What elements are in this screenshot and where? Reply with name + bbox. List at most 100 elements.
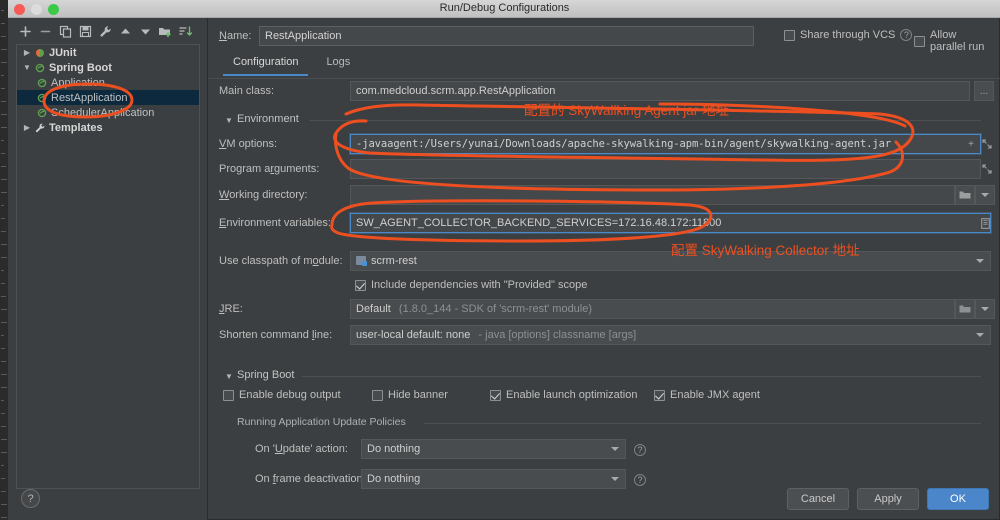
allow-parallel-label: Allow parallel run <box>930 29 991 53</box>
checkbox-label: Enable debug output <box>239 389 341 401</box>
tree-item-templates[interactable]: ▶ Templates <box>17 120 199 135</box>
jre-browse-icon[interactable] <box>955 299 975 319</box>
chevron-down-icon[interactable]: ▼ <box>225 116 233 125</box>
chevron-down-icon[interactable] <box>976 333 984 337</box>
chevron-down-icon[interactable] <box>611 447 619 451</box>
checkbox-label: Enable JMX agent <box>670 389 760 401</box>
configurations-tree[interactable]: ▶JUnit ▼ Spring BootApplicationRestApplica… <box>16 44 200 489</box>
checkbox-box[interactable] <box>654 390 665 401</box>
config-form: Main class: com.medcloud.scrm.app.RestAp… <box>209 80 1000 496</box>
share-through-vcs-checkbox[interactable]: Share through VCS ? <box>784 29 912 41</box>
background-text-line <box>1 10 4 11</box>
move-up-icon[interactable] <box>116 22 134 40</box>
use-classpath-value: scrm-rest <box>371 255 417 267</box>
use-classpath-combo[interactable]: scrm-rest <box>350 251 991 271</box>
chevron-down-icon[interactable] <box>611 477 619 481</box>
program-arguments-row: Program arguments: <box>209 158 1000 184</box>
vm-options-input[interactable]: -javaagent:/Users/yunai/Downloads/apache… <box>350 134 981 154</box>
program-arguments-expand-icon[interactable] <box>977 159 997 179</box>
sort-icon[interactable] <box>176 22 194 40</box>
tree-item-schedulerapplication[interactable]: SchedulerApplication <box>17 105 199 120</box>
add-icon[interactable] <box>16 22 34 40</box>
on-update-action-combo[interactable]: Do nothing <box>361 439 626 459</box>
config-tabs[interactable]: ConfigurationLogs <box>219 52 719 78</box>
program-arguments-input[interactable] <box>350 159 981 179</box>
tree-item-junit[interactable]: ▶JUnit <box>17 45 199 60</box>
include-dependencies-checkbox[interactable]: Include dependencies with "Provided" sco… <box>355 279 587 291</box>
working-directory-browse-icon[interactable] <box>955 185 975 205</box>
environment-variables-input[interactable]: SW_AGENT_COLLECTOR_BACKEND_SERVICES=172.… <box>350 213 991 233</box>
help-icon-on-frame[interactable]: ? <box>634 474 646 486</box>
shorten-command-line-combo[interactable]: user-local default: none - java [options… <box>350 325 991 345</box>
ok-button[interactable]: OK <box>927 488 989 510</box>
tree-item-application[interactable]: Application <box>17 75 199 90</box>
jre-hint: (1.8.0_144 - SDK of 'scrm-rest' module) <box>399 303 592 315</box>
chevron-right-icon[interactable]: ▶ <box>21 48 33 57</box>
help-icon-share-vcs[interactable]: ? <box>900 29 912 41</box>
copy-icon[interactable] <box>56 22 74 40</box>
checkbox-hide-banner[interactable]: Hide banner <box>372 389 448 401</box>
include-dependencies-checkbox-box[interactable] <box>355 280 366 291</box>
environment-variables-label: Environment variables: <box>219 217 331 229</box>
vm-options-expand-icon[interactable] <box>977 134 997 154</box>
background-text-line <box>1 231 6 232</box>
on-frame-deactivation-combo[interactable]: Do nothing <box>361 469 626 489</box>
background-text-line <box>1 23 5 24</box>
remove-icon[interactable] <box>36 22 54 40</box>
background-text-line <box>1 218 5 219</box>
background-text-line <box>1 88 5 89</box>
working-directory-input[interactable] <box>350 185 955 205</box>
chevron-down-icon[interactable] <box>976 259 984 263</box>
chevron-down-icon[interactable]: ▼ <box>21 63 33 72</box>
checkbox-box[interactable] <box>490 390 501 401</box>
help-icon-on-update[interactable]: ? <box>634 444 646 456</box>
checkbox-box[interactable] <box>223 390 234 401</box>
chevron-down-icon[interactable]: ▼ <box>225 372 233 381</box>
environment-variables-edit-icon[interactable] <box>975 213 995 233</box>
on-update-action-row: On 'Update' action: Do nothing ? <box>209 436 1000 466</box>
chevron-right-icon[interactable]: ▶ <box>21 123 33 132</box>
name-input[interactable]: RestApplication <box>259 26 754 46</box>
tab-configuration[interactable]: Configuration <box>219 52 312 78</box>
main-class-input[interactable]: com.medcloud.scrm.app.RestApplication <box>350 81 970 101</box>
checkbox-enable-jmx-agent[interactable]: Enable JMX agent <box>654 389 760 401</box>
tree-item-restapplication[interactable]: RestApplication <box>17 90 199 105</box>
section-divider <box>309 120 981 121</box>
help-button[interactable]: ? <box>21 489 40 508</box>
main-class-browse-button[interactable]: ... <box>974 81 994 101</box>
working-directory-row: Working directory: <box>209 184 1000 210</box>
spring-leaf-icon <box>35 93 49 103</box>
spring-boot-section-header[interactable]: ▼ Spring Boot <box>209 366 1000 386</box>
save-icon[interactable] <box>76 22 94 40</box>
background-text-line <box>1 283 5 284</box>
environment-section-header[interactable]: ▼ Environment <box>209 110 1000 130</box>
cancel-button[interactable]: Cancel <box>787 488 849 510</box>
tree-item-label: Templates <box>49 122 103 134</box>
run-debug-configurations-dialog: Run/Debug Configurations <box>7 0 1000 520</box>
wrench-icon[interactable] <box>96 22 114 40</box>
new-folder-icon[interactable] <box>156 22 174 40</box>
tab-logs[interactable]: Logs <box>312 52 364 78</box>
background-text-line <box>1 478 5 479</box>
checkbox-box[interactable] <box>372 390 383 401</box>
main-class-row: Main class: com.medcloud.scrm.app.RestAp… <box>209 80 1000 106</box>
working-directory-dropdown-icon[interactable] <box>975 185 995 205</box>
name-row: Name: RestApplication Share through VCS … <box>219 26 991 46</box>
tree-item-label: Spring Boot <box>49 62 112 74</box>
allow-parallel-run-checkbox[interactable]: Allow parallel run <box>914 29 991 53</box>
environment-section-title: Environment <box>237 113 299 125</box>
background-text-line <box>1 75 4 76</box>
background-text-line <box>1 335 4 336</box>
share-vcs-checkbox-box[interactable] <box>784 30 795 41</box>
checkbox-enable-debug-output[interactable]: Enable debug output <box>223 389 341 401</box>
jre-combo[interactable]: Default (1.8.0_144 - SDK of 'scrm-rest' … <box>350 299 955 319</box>
background-text-line <box>1 348 5 349</box>
background-text-line <box>1 270 4 271</box>
jre-dropdown-icon[interactable] <box>975 299 995 319</box>
tree-item-spring-boot[interactable]: ▼ Spring Boot <box>17 60 199 75</box>
checkbox-enable-launch-optimization[interactable]: Enable launch optimization <box>490 389 637 401</box>
background-text-line <box>1 361 6 362</box>
apply-button[interactable]: Apply <box>857 488 919 510</box>
move-down-icon[interactable] <box>136 22 154 40</box>
allow-parallel-checkbox-box[interactable] <box>914 36 925 47</box>
